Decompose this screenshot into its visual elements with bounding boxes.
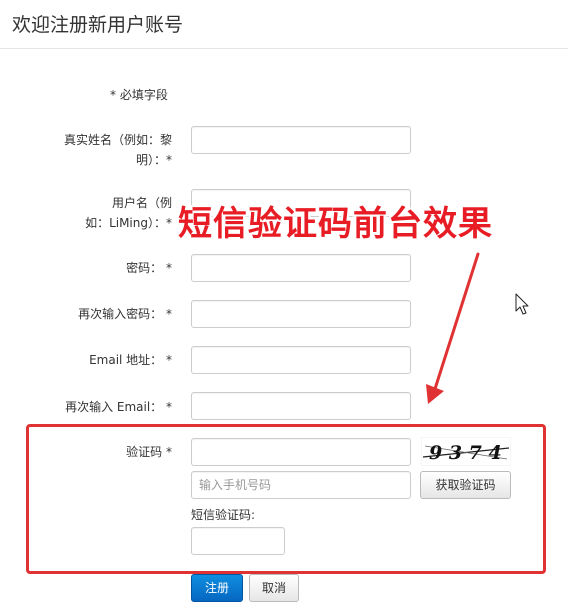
realname-label: 真实姓名（例如：黎 明）：* [52,130,172,170]
realname-label-line1: 真实姓名（例如：黎 [63,133,172,147]
password-input[interactable] [191,254,411,282]
title-divider [0,48,568,49]
required-fields-note: * 必填字段 [110,88,168,102]
email-confirm-input[interactable] [191,392,411,420]
realname-input[interactable] [191,126,411,154]
password-confirm-input[interactable] [191,300,411,328]
realname-label-line2: 明）：* [135,153,172,167]
username-label: 用户名（例 如：LiMing）：* [52,193,172,233]
registration-page: 欢迎注册新用户账号 * 必填字段 真实姓名（例如：黎 明）：* 用户名（例 如：… [0,0,568,608]
mouse-cursor-icon [515,293,529,315]
password-label: 密码： * [126,261,172,275]
register-button[interactable]: 注册 [191,574,243,602]
username-label-line2: 如：LiMing）：* [85,216,172,230]
email-confirm-label: 再次输入 Email： * [65,400,172,414]
password-confirm-label: 再次输入密码： * [78,307,172,321]
annotation-arrow-icon [426,252,480,404]
annotation-text: 短信验证码前台效果 [178,204,493,244]
highlight-box [26,424,546,574]
email-label: Email 地址： * [89,353,172,367]
email-input[interactable] [191,346,411,374]
cancel-button[interactable]: 取消 [249,574,299,602]
username-label-line1: 用户名（例 [111,196,172,210]
page-title: 欢迎注册新用户账号 [12,14,184,36]
